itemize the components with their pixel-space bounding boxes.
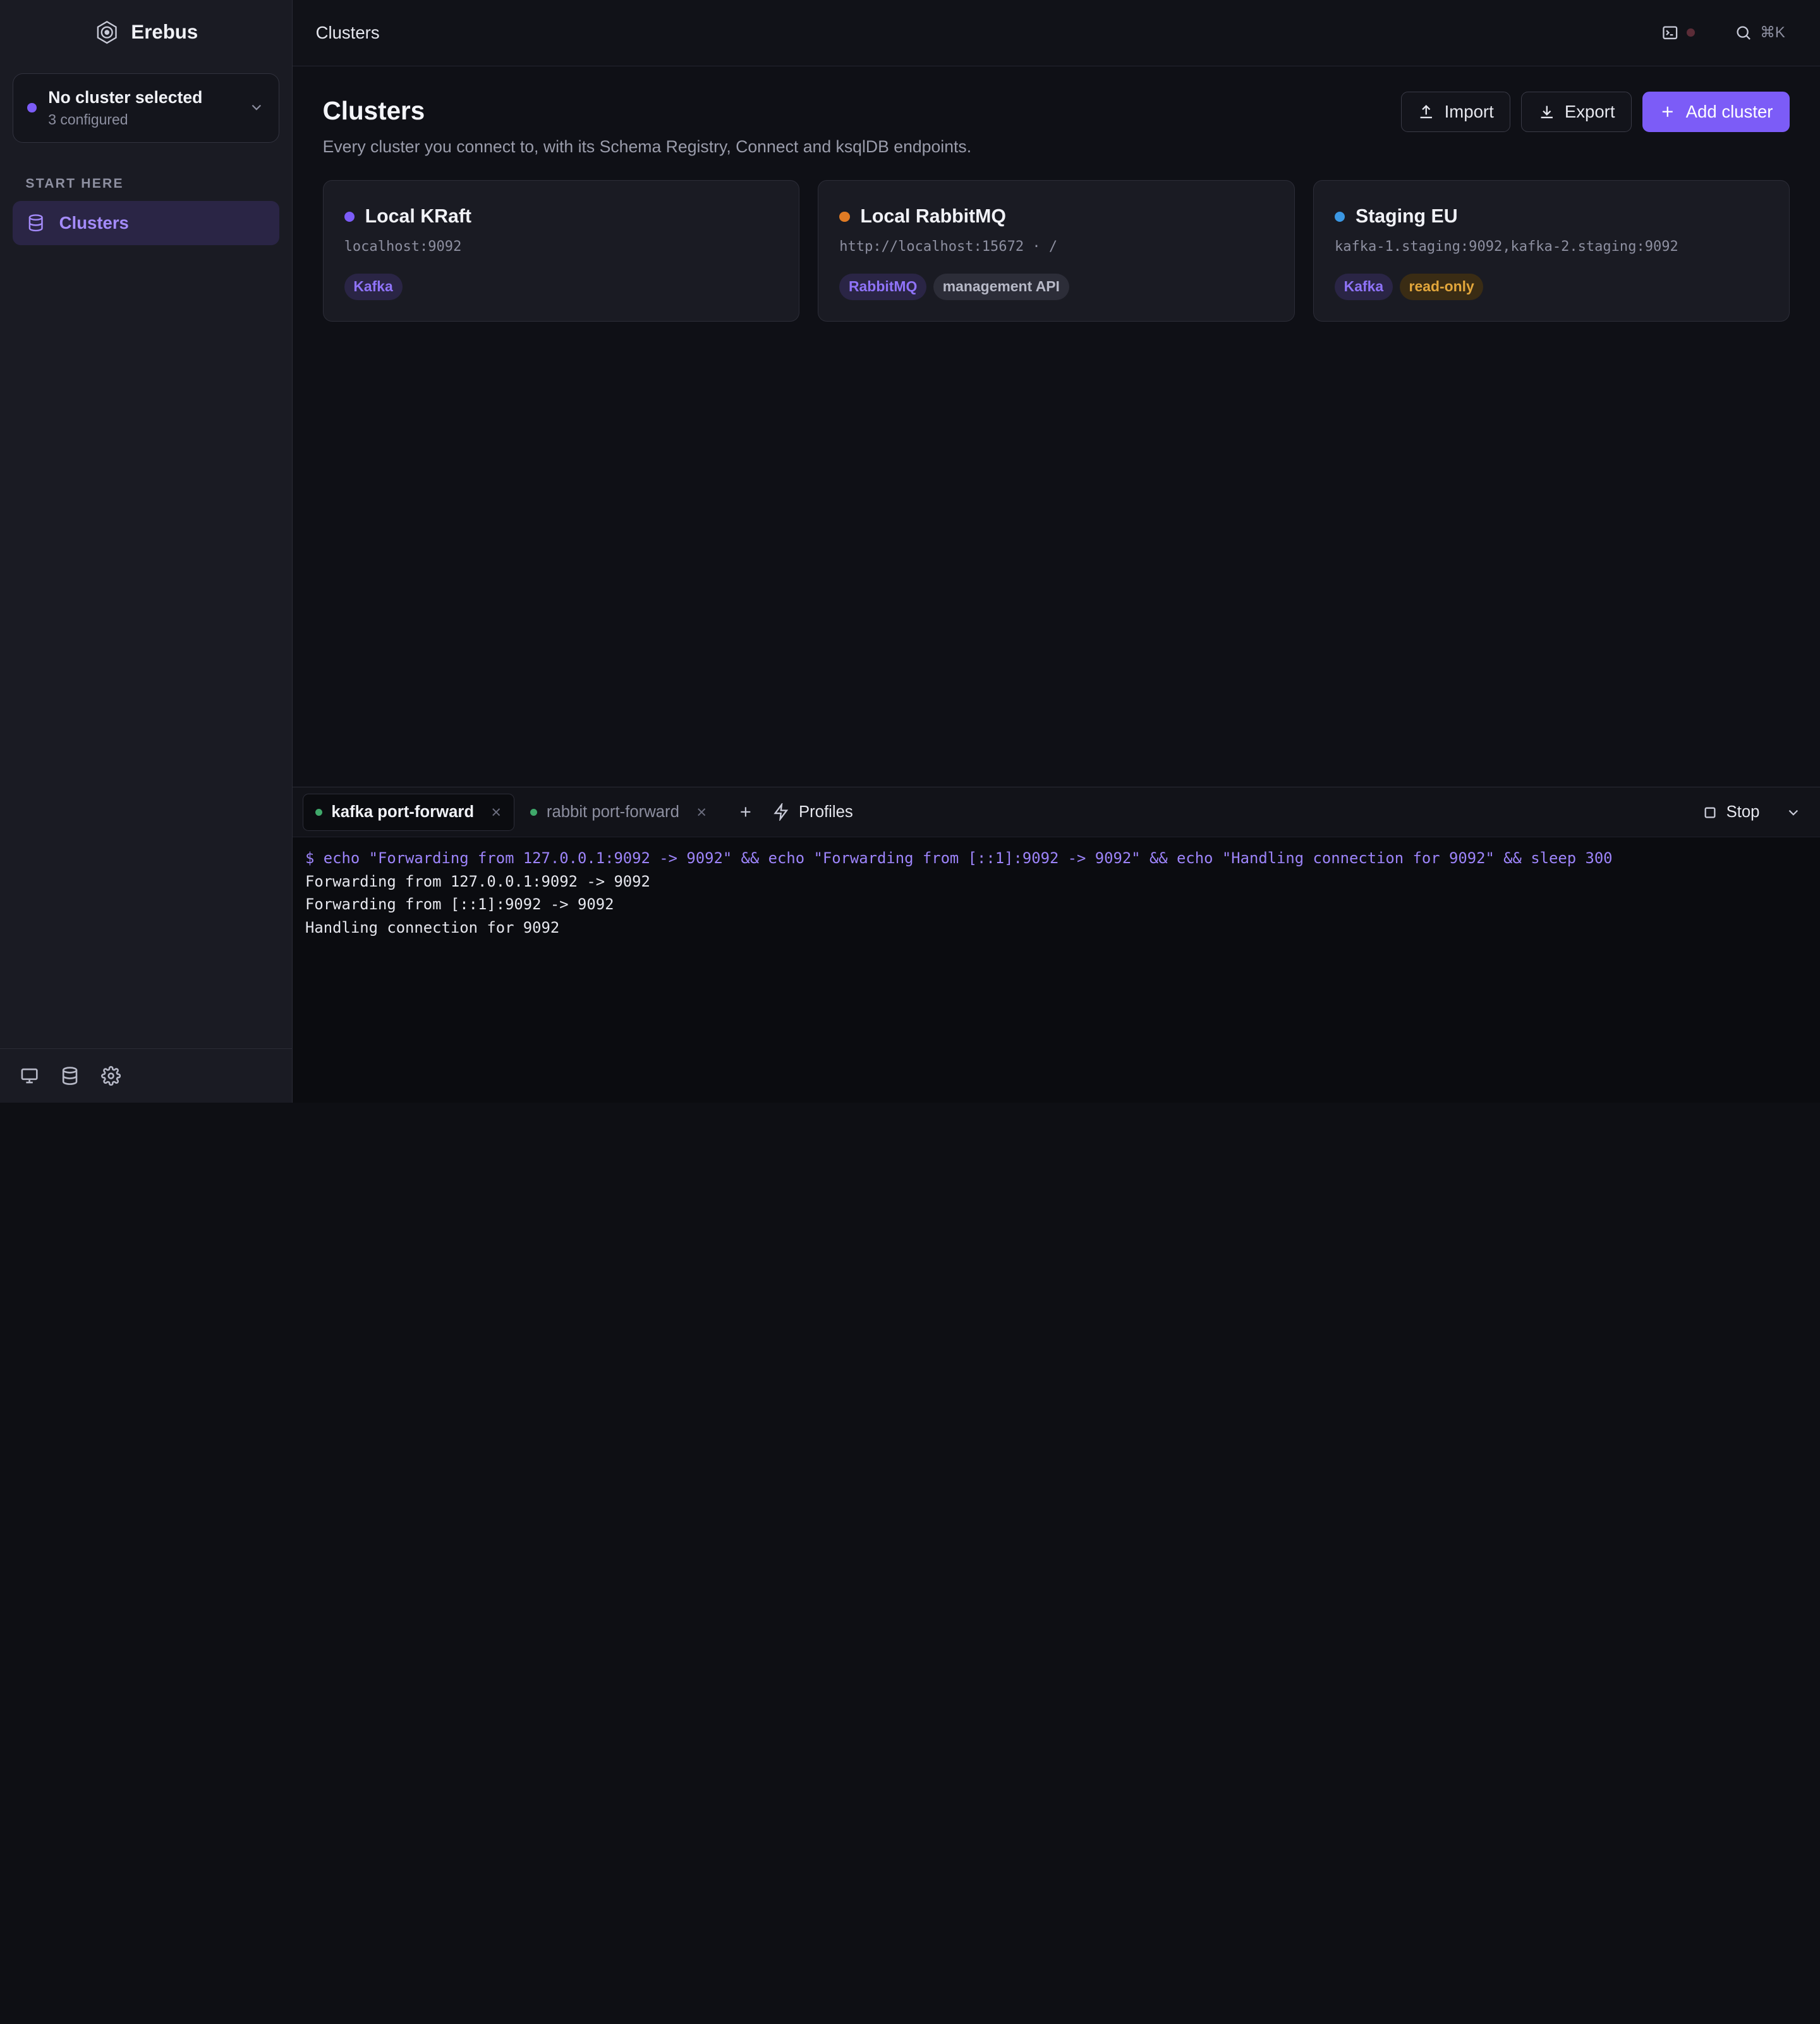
sidebar: Erebus No cluster selected 3 configured … [0, 0, 293, 1103]
read-only-badge: read-only [1399, 273, 1484, 300]
close-icon[interactable] [696, 806, 707, 818]
profiles-button[interactable]: Profiles [772, 803, 853, 821]
terminal-output[interactable]: $ echo "Forwarding from 127.0.0.1:9092 -… [293, 837, 1820, 948]
terminal-tab-label: kafka port-forward [331, 803, 475, 821]
page-description: Every cluster you connect to, with its S… [322, 136, 972, 156]
database-icon[interactable] [60, 1066, 80, 1086]
add-cluster-button[interactable]: Add cluster [1642, 92, 1790, 133]
main-area: Clusters ⌘K Clusters Every cluster you c… [292, 0, 1820, 1103]
cluster-name: Local KRaft [365, 206, 472, 227]
export-label: Export [1564, 102, 1615, 122]
terminal-tabs: kafka port-forward rabbit port-forward P… [292, 787, 1820, 838]
profiles-label: Profiles [799, 803, 853, 821]
cluster-name: Staging EU [1355, 206, 1458, 227]
cluster-card-local-kraft[interactable]: Local KRaft localhost:9092 Kafka [322, 179, 799, 322]
new-terminal-plus-icon[interactable] [737, 804, 754, 820]
cluster-picker[interactable]: No cluster selected 3 configured [13, 73, 279, 143]
upload-icon [1417, 103, 1435, 121]
stop-square-icon [1703, 806, 1717, 820]
cluster-color-dot [1334, 211, 1345, 222]
terminal-status-dot [1687, 28, 1696, 37]
sidebar-item-label: Clusters [59, 212, 129, 233]
breadcrumb: Clusters [315, 22, 380, 42]
cluster-tag: Kafka [344, 273, 403, 300]
terminal-output-line: Forwarding from 127.0.0.1:9092 -> 9092 [305, 872, 650, 890]
chevron-down-icon [248, 99, 265, 116]
cluster-name: Local RabbitMQ [860, 206, 1006, 227]
terminal-tab-kafka-port-forward[interactable]: kafka port-forward [303, 793, 514, 831]
app-name: Erebus [131, 21, 198, 44]
cluster-color-dot [839, 211, 850, 222]
terminal-toggle-button[interactable] [1661, 24, 1696, 42]
database-icon [27, 214, 45, 232]
cluster-host: kafka-1.staging:9092,kafka-2.staging:909… [1334, 238, 1678, 255]
sidebar-item-clusters[interactable]: Clusters [13, 200, 279, 245]
terminal-output-line: Handling connection for 9092 [305, 919, 560, 937]
terminal-command-line: $ echo "Forwarding from 127.0.0.1:9092 -… [305, 849, 1613, 867]
add-cluster-label: Add cluster [1685, 102, 1773, 122]
tab-status-dot [315, 808, 322, 816]
tab-status-dot [530, 808, 538, 816]
stop-label: Stop [1726, 803, 1760, 821]
topbar: Clusters ⌘K [292, 0, 1820, 66]
search-shortcut: ⌘K [1760, 23, 1785, 41]
cluster-tag: management API [933, 273, 1069, 300]
erebus-logo-icon [94, 20, 119, 45]
page-title: Clusters [322, 96, 425, 126]
chevron-down-icon[interactable] [1785, 804, 1802, 821]
cluster-host: http://localhost:15672 · / [839, 238, 1058, 255]
terminal-icon [1661, 24, 1679, 42]
close-icon[interactable] [490, 806, 502, 818]
section-label-start-here: START HERE [25, 176, 124, 191]
cluster-color-dot [344, 211, 355, 222]
terminal-panel: kafka port-forward rabbit port-forward P… [292, 787, 1820, 1103]
import-button[interactable]: Import [1400, 92, 1511, 133]
cluster-picker-subtitle: 3 configured [48, 111, 128, 128]
sidebar-footer [0, 1048, 292, 1103]
app-window: Erebus No cluster selected 3 configured … [0, 0, 1820, 1103]
page-content: Clusters Every cluster you connect to, w… [293, 66, 1820, 322]
cluster-tag: RabbitMQ [839, 273, 926, 300]
cluster-tag: Kafka [1334, 273, 1393, 300]
cluster-cards: Local KRaft localhost:9092 Kafka Local R… [322, 179, 1790, 322]
terminal-tab-label: rabbit port-forward [546, 803, 679, 821]
terminal-output-line: Forwarding from [::1]:9092 -> 9092 [305, 895, 614, 914]
gear-icon[interactable] [100, 1065, 121, 1086]
plus-icon [1659, 103, 1677, 121]
monitor-icon[interactable] [20, 1066, 39, 1086]
lightning-icon [772, 803, 790, 821]
cluster-host: localhost:9092 [344, 238, 462, 255]
cluster-picker-title: No cluster selected [48, 88, 203, 107]
export-button[interactable]: Export [1520, 92, 1632, 133]
cluster-card-local-rabbitmq[interactable]: Local RabbitMQ http://localhost:15672 · … [818, 179, 1295, 322]
terminal-tab-rabbit-port-forward[interactable]: rabbit port-forward [519, 794, 719, 831]
search-button[interactable]: ⌘K [1735, 23, 1785, 42]
cluster-status-dot [27, 103, 37, 113]
search-icon [1735, 24, 1752, 42]
brand[interactable]: Erebus [0, 0, 292, 65]
download-icon [1538, 103, 1556, 121]
stop-button[interactable]: Stop [1703, 803, 1760, 821]
import-label: Import [1444, 102, 1494, 122]
cluster-card-staging-eu[interactable]: Staging EU kafka-1.staging:9092,kafka-2.… [1313, 179, 1790, 322]
